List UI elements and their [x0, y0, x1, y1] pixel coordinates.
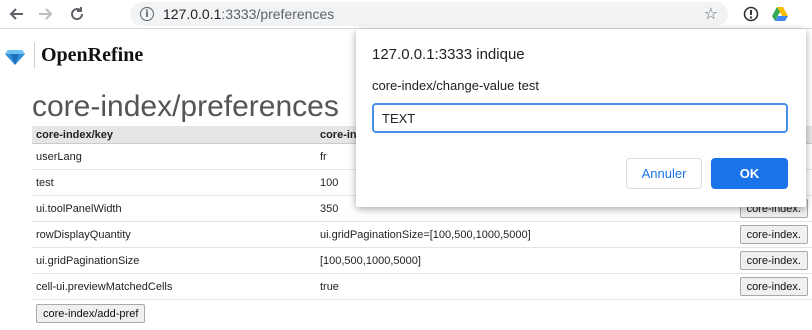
- pref-value: [100,500,1000,5000]: [315, 247, 736, 274]
- page-title: core-index/preferences: [32, 90, 339, 123]
- brand-name: OpenRefine: [41, 43, 144, 66]
- pref-key: ui.toolPanelWidth: [32, 195, 316, 222]
- cancel-button[interactable]: Annuler: [626, 158, 702, 189]
- forward-arrow-icon[interactable]: [34, 3, 56, 25]
- pref-value: ui.gridPaginationSize=[100,500,1000,5000…: [315, 221, 736, 248]
- address-bar[interactable]: i 127.0.0.1:3333/preferences ☆: [130, 2, 728, 26]
- pref-key: rowDisplayQuantity: [32, 221, 316, 248]
- dialog-title: 127.0.0.1:3333 indique: [372, 46, 525, 63]
- ok-button[interactable]: OK: [711, 158, 788, 189]
- table-row: cell-ui.previewMatchedCells true core-in…: [32, 273, 812, 300]
- logo-divider: [34, 42, 35, 68]
- extension-icon[interactable]: [741, 4, 761, 24]
- pref-key: userLang: [32, 143, 316, 170]
- add-pref-button[interactable]: core-index/add-pref: [36, 304, 146, 323]
- table-row: rowDisplayQuantity ui.gridPaginationSize…: [32, 221, 812, 248]
- star-icon[interactable]: ☆: [704, 4, 718, 23]
- url-text: 127.0.0.1:3333/preferences: [163, 6, 335, 22]
- pref-key: ui.gridPaginationSize: [32, 247, 316, 274]
- drive-icon[interactable]: [770, 4, 790, 24]
- pref-key: test: [32, 169, 316, 196]
- info-icon[interactable]: i: [140, 7, 154, 21]
- pref-key: cell-ui.previewMatchedCells: [32, 273, 316, 300]
- reload-icon[interactable]: [66, 3, 88, 25]
- edit-pref-button[interactable]: core-index.: [739, 251, 808, 270]
- header-key: core-index/key: [32, 126, 316, 144]
- browser-toolbar: i 127.0.0.1:3333/preferences ☆: [0, 0, 812, 29]
- openrefine-logo[interactable]: OpenRefine: [4, 42, 143, 68]
- back-arrow-icon[interactable]: [6, 3, 28, 25]
- table-row: ui.gridPaginationSize [100,500,1000,5000…: [32, 247, 812, 274]
- prompt-dialog: 127.0.0.1:3333 indique core-index/change…: [356, 29, 806, 207]
- pref-value: true: [315, 273, 736, 300]
- edit-pref-button[interactable]: core-index.: [739, 225, 808, 244]
- diamond-icon: [5, 50, 25, 65]
- edit-pref-button[interactable]: core-index.: [739, 277, 808, 296]
- dialog-message: core-index/change-value test: [372, 78, 539, 93]
- dialog-input[interactable]: [372, 103, 788, 133]
